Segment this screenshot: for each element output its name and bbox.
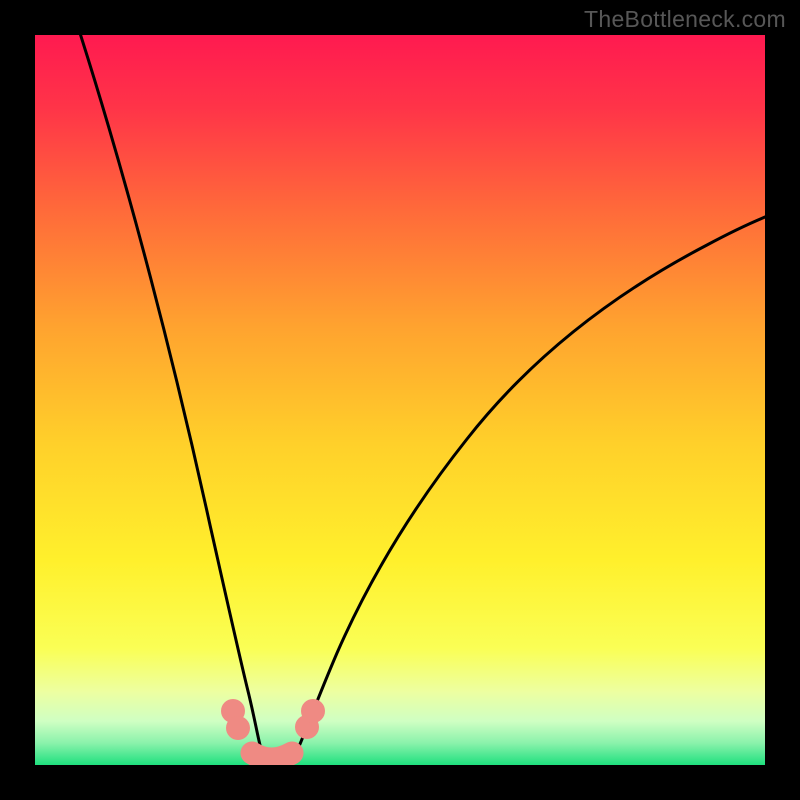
chart-stage: TheBottleneck.com	[0, 0, 800, 800]
watermark-text: TheBottleneck.com	[584, 6, 786, 33]
bottleneck-curve	[79, 35, 765, 762]
plot-area	[35, 35, 765, 765]
marker-right-upper	[301, 699, 325, 723]
marker-left-lower	[226, 716, 250, 740]
chart-lines	[35, 35, 765, 765]
valley-marker	[252, 753, 292, 759]
